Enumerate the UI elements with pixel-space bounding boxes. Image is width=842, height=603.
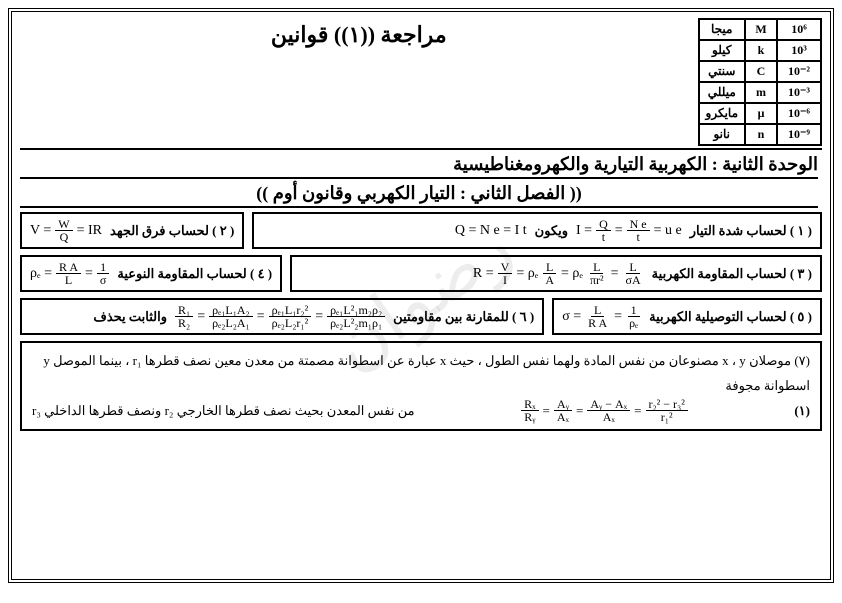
- prefix-sym: μ: [745, 103, 777, 124]
- prefix-row: سنتيC10⁻²: [699, 61, 821, 82]
- prefix-pow: 10⁻⁶: [777, 103, 821, 124]
- prefix-pow: 10⁻²: [777, 61, 821, 82]
- prefix-ar: سنتي: [699, 61, 745, 82]
- prefix-ar: كيلو: [699, 40, 745, 61]
- page-number: (١): [794, 399, 810, 424]
- problem-line1: (٧) موصلان x ، y مصنوعان من نفس المادة و…: [32, 349, 810, 398]
- prefix-ar: مايكرو: [699, 103, 745, 124]
- box1-label: ( ١ ) لحساب شدة التيار: [690, 223, 812, 239]
- prefix-sym: m: [745, 82, 777, 103]
- page-title: مراجعة ((١)) قوانين: [20, 22, 698, 48]
- prefix-row: ميجاM10⁶: [699, 19, 821, 40]
- prefix-sym: n: [745, 124, 777, 145]
- problem-box-7: (٧) موصلان x ، y مصنوعان من نفس المادة و…: [20, 341, 822, 431]
- prefix-sym: M: [745, 19, 777, 40]
- prefix-ar: ميجا: [699, 19, 745, 40]
- formula-box-2: ( ٢ ) لحساب فرق الجهد V = WQ = IR: [20, 212, 244, 249]
- prefix-pow: 10⁻³: [777, 82, 821, 103]
- unit-title: الوحدة الثانية : الكهربية التيارية والكه…: [20, 154, 818, 179]
- prefix-pow: 10⁶: [777, 19, 821, 40]
- prefix-pow: 10³: [777, 40, 821, 61]
- box3-label: ( ٣ ) لحساب المقاومة الكهربية: [652, 266, 812, 282]
- formula-box-3: ( ٣ ) لحساب المقاومة الكهربية R = VI = ρ…: [290, 255, 822, 292]
- prefix-sym: k: [745, 40, 777, 61]
- box1-formula: I = Qt = N et = u e: [576, 218, 682, 243]
- box1-mid: ويكون: [535, 223, 568, 239]
- prefix-row: نانوn10⁻⁹: [699, 124, 821, 145]
- prefix-pow: 10⁻⁹: [777, 124, 821, 145]
- box5-label: ( ٥ ) لحساب التوصيلية الكهربية: [649, 309, 812, 325]
- prefix-table: ميجاM10⁶كيلوk10³سنتيC10⁻²ميلليm10⁻³مايكر…: [698, 18, 822, 146]
- problem-formula: RₓRᵧ = AᵧAₓ = Aᵧ − AₓAₓ = r₂² − r₃²r₁²: [521, 398, 688, 423]
- prefix-ar: ميللي: [699, 82, 745, 103]
- prefix-ar: نانو: [699, 124, 745, 145]
- prefix-row: مايكروμ10⁻⁶: [699, 103, 821, 124]
- box2-formula: V = WQ = IR: [30, 218, 102, 243]
- formula-box-1: ( ١ ) لحساب شدة التيار I = Qt = N et = u…: [252, 212, 822, 249]
- formula-box-4: ( ٤ ) لحساب المقاومة النوعية ρₑ = R AL =…: [20, 255, 282, 292]
- chapter-title: (( الفصل الثاني : التيار الكهربي وقانون …: [20, 183, 818, 208]
- formula-box-5: ( ٥ ) لحساب التوصيلية الكهربية σ = LR A …: [552, 298, 822, 335]
- prefix-row: كيلوk10³: [699, 40, 821, 61]
- divider: [20, 148, 822, 150]
- box3-formula: R = VI = ρₑ LA = ρₑ Lπr² = LσA: [473, 261, 644, 286]
- problem-line2: من نفس المعدن بحيث نصف قطرها الخارجي r₂ …: [32, 399, 415, 424]
- box6-label: ( ٦ ) للمقارنة بين مقاومتين: [393, 309, 534, 325]
- box4-label: ( ٤ ) لحساب المقاومة النوعية: [117, 266, 272, 282]
- prefix-row: ميلليm10⁻³: [699, 82, 821, 103]
- prefix-sym: C: [745, 61, 777, 82]
- box2-label: ( ٢ ) لحساب فرق الجهد: [110, 223, 234, 239]
- box4-formula: ρₑ = R AL = 1σ: [30, 261, 109, 286]
- box1-q: Q = N e = I t: [455, 223, 527, 239]
- box5-formula: σ = LR A = 1ρₑ: [562, 304, 641, 329]
- formula-box-6: ( ٦ ) للمقارنة بين مقاومتين R₁R₂ = ρₑ₁L₁…: [20, 298, 544, 335]
- box6-tail: والثابت يحذف: [93, 309, 167, 325]
- box6-formula: R₁R₂ = ρₑ₁L₁A₂ρₑ₂L₂A₁ = ρₑ₁L₁r₂²ρₑ₂L₂r₁²…: [175, 304, 385, 329]
